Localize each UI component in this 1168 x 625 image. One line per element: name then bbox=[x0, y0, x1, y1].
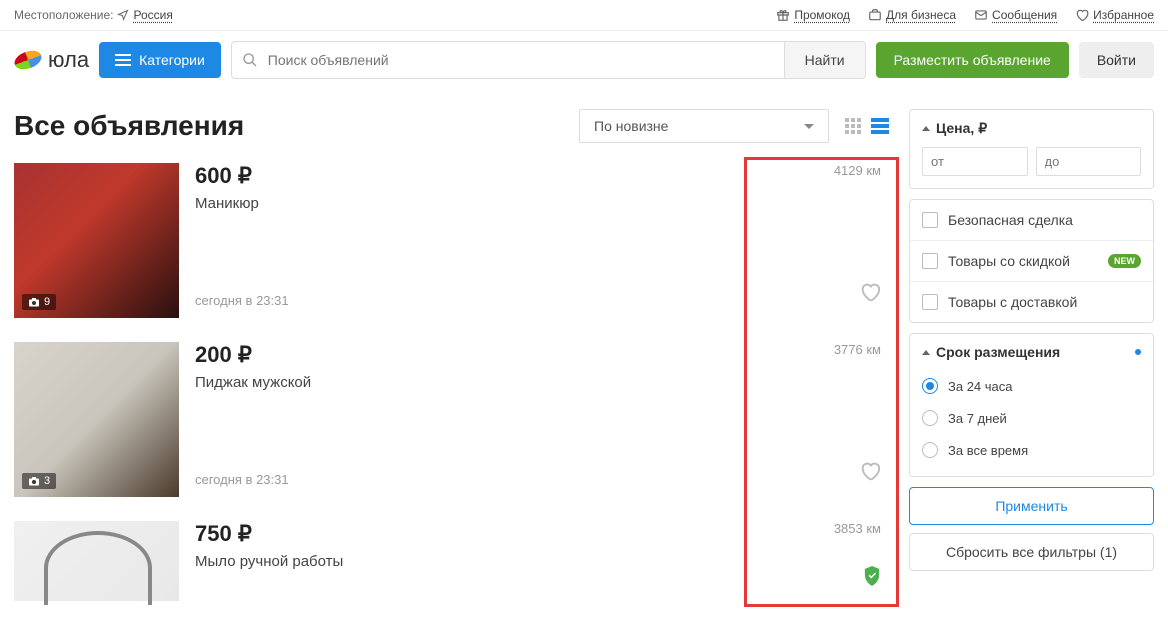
checkbox-icon bbox=[922, 212, 938, 228]
radio-icon bbox=[922, 442, 938, 458]
messages-link[interactable]: Сообщения bbox=[974, 8, 1057, 22]
period-option-all[interactable]: За все время bbox=[910, 434, 1153, 466]
gift-icon bbox=[776, 8, 790, 22]
listing-row[interactable]: 3 200 ₽ Пиджак мужской сегодня в 23:31 3… bbox=[14, 342, 889, 521]
period-option-label: За 7 дней bbox=[948, 411, 1007, 426]
checkbox-icon bbox=[922, 294, 938, 310]
listing-distance: 3776 км bbox=[834, 342, 881, 357]
period-option-label: За все время bbox=[948, 443, 1028, 458]
page-title: Все объявления bbox=[14, 110, 579, 142]
filter-delivery[interactable]: Товары с доставкой bbox=[910, 281, 1153, 322]
filter-price-header[interactable]: Цена, ₽ bbox=[910, 110, 1153, 147]
logo[interactable]: юла bbox=[14, 46, 89, 74]
filter-period-label: Срок размещения bbox=[936, 344, 1060, 360]
listing-price: 200 ₽ bbox=[195, 342, 889, 368]
filter-period-header[interactable]: Срок размещения bbox=[910, 334, 1153, 370]
filter-price-label: Цена, ₽ bbox=[936, 120, 987, 137]
post-ad-button[interactable]: Разместить объявление bbox=[876, 42, 1069, 78]
radio-icon bbox=[922, 378, 938, 394]
price-to-input[interactable] bbox=[1036, 147, 1142, 176]
location-label: Местоположение: bbox=[14, 8, 113, 22]
checkbox-icon bbox=[922, 253, 938, 269]
period-option-24h[interactable]: За 24 часа bbox=[910, 370, 1153, 402]
filter-safe-deal-label: Безопасная сделка bbox=[948, 212, 1073, 228]
filter-discount[interactable]: Товары со скидкой NEW bbox=[910, 240, 1153, 281]
listing-price: 600 ₽ bbox=[195, 163, 889, 189]
logo-icon bbox=[12, 47, 44, 72]
apply-filters-button[interactable]: Применить bbox=[909, 487, 1154, 525]
listing-image[interactable] bbox=[14, 521, 179, 601]
shield-icon bbox=[863, 566, 881, 586]
heart-icon bbox=[1075, 8, 1089, 22]
filter-safe-deal[interactable]: Безопасная сделка bbox=[910, 200, 1153, 240]
listing-distance: 4129 км bbox=[834, 163, 881, 178]
hamburger-icon bbox=[115, 54, 131, 66]
radio-icon bbox=[922, 410, 938, 426]
logo-text: юла bbox=[48, 47, 89, 73]
favorite-button[interactable] bbox=[859, 460, 881, 487]
heart-icon bbox=[859, 281, 881, 303]
envelope-icon bbox=[974, 8, 988, 22]
new-badge: NEW bbox=[1108, 254, 1141, 268]
listing-row[interactable]: 9 600 ₽ Маникюр сегодня в 23:31 4129 км bbox=[14, 163, 889, 342]
view-list-button[interactable] bbox=[871, 118, 889, 134]
heart-icon bbox=[859, 460, 881, 482]
listing-title: Маникюр bbox=[195, 195, 889, 212]
camera-icon bbox=[28, 476, 40, 486]
favorite-button[interactable] bbox=[859, 281, 881, 308]
listing-image[interactable]: 3 bbox=[14, 342, 179, 497]
promo-label: Промокод bbox=[794, 8, 850, 22]
chevron-up-icon bbox=[922, 350, 930, 355]
verified-badge bbox=[863, 566, 881, 591]
search-icon bbox=[242, 52, 258, 68]
location-link[interactable]: Россия bbox=[133, 8, 172, 22]
search-button[interactable]: Найти bbox=[784, 42, 865, 78]
reset-filters-button[interactable]: Сбросить все фильтры (1) bbox=[909, 533, 1154, 571]
messages-label: Сообщения bbox=[992, 8, 1057, 22]
favorites-link[interactable]: Избранное bbox=[1075, 8, 1154, 22]
image-count-badge: 3 bbox=[22, 473, 56, 489]
price-from-input[interactable] bbox=[922, 147, 1028, 176]
chevron-up-icon bbox=[922, 126, 930, 131]
listing-image[interactable]: 9 bbox=[14, 163, 179, 318]
image-count-badge: 9 bbox=[22, 294, 56, 310]
camera-icon bbox=[28, 297, 40, 307]
listing-title: Пиджак мужской bbox=[195, 374, 889, 391]
sort-value: По новизне bbox=[594, 118, 668, 134]
period-option-label: За 24 часа bbox=[948, 379, 1013, 394]
list-icon bbox=[871, 118, 889, 134]
listing-row[interactable]: 750 ₽ Мыло ручной работы 3853 км bbox=[14, 521, 889, 625]
view-grid-button[interactable] bbox=[845, 118, 861, 134]
login-button[interactable]: Войти bbox=[1079, 42, 1154, 78]
listing-distance: 3853 км bbox=[834, 521, 881, 536]
listing-time: сегодня в 23:31 bbox=[195, 293, 289, 308]
favorites-label: Избранное bbox=[1093, 8, 1154, 22]
categories-label: Категории bbox=[139, 52, 205, 68]
chevron-down-icon bbox=[804, 124, 814, 129]
categories-button[interactable]: Категории bbox=[99, 42, 221, 78]
search-input[interactable] bbox=[232, 42, 784, 78]
grid-icon bbox=[845, 118, 861, 134]
briefcase-icon bbox=[868, 8, 882, 22]
location-arrow-icon bbox=[117, 9, 129, 21]
sort-dropdown[interactable]: По новизне bbox=[579, 109, 829, 143]
business-label: Для бизнеса bbox=[886, 8, 956, 22]
filter-delivery-label: Товары с доставкой bbox=[948, 294, 1077, 310]
period-option-7d[interactable]: За 7 дней bbox=[910, 402, 1153, 434]
active-indicator-icon bbox=[1135, 349, 1141, 355]
listing-title: Мыло ручной работы bbox=[195, 553, 889, 570]
business-link[interactable]: Для бизнеса bbox=[868, 8, 956, 22]
promo-link[interactable]: Промокод bbox=[776, 8, 850, 22]
listing-price: 750 ₽ bbox=[195, 521, 889, 547]
listing-time: сегодня в 23:31 bbox=[195, 472, 289, 487]
filter-discount-label: Товары со скидкой bbox=[948, 253, 1070, 269]
